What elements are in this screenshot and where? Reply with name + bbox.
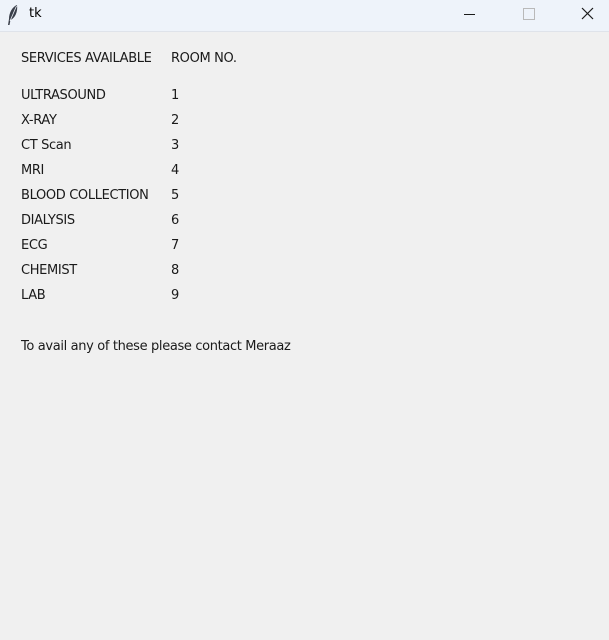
service-name: X-RAY <box>21 113 57 128</box>
room-number: 4 <box>171 163 179 178</box>
app-window: tk SERVICES AVAILABLE ROOM NO. ULTRASOUN… <box>0 0 609 640</box>
close-icon <box>581 7 594 20</box>
room-number: 7 <box>171 238 179 253</box>
room-number: 5 <box>171 188 179 203</box>
maximize-button[interactable] <box>505 0 551 31</box>
room-number: 6 <box>171 213 179 228</box>
service-name: ULTRASOUND <box>21 88 106 103</box>
contact-note: To avail any of these please contact Mer… <box>21 339 291 354</box>
service-name: BLOOD COLLECTION <box>21 188 149 203</box>
service-name: DIALYSIS <box>21 213 75 228</box>
room-header: ROOM NO. <box>171 51 237 66</box>
room-number: 2 <box>171 113 179 128</box>
feather-icon[interactable] <box>6 4 20 26</box>
service-name: CT Scan <box>21 138 72 153</box>
close-button[interactable] <box>564 0 609 31</box>
service-name: MRI <box>21 163 45 178</box>
room-number: 9 <box>171 288 179 303</box>
room-number: 1 <box>171 88 179 103</box>
service-name: ECG <box>21 238 48 253</box>
service-name: LAB <box>21 288 46 303</box>
room-number: 3 <box>171 138 179 153</box>
title-bar[interactable]: tk <box>0 0 609 32</box>
maximize-icon <box>523 8 535 20</box>
main-content: SERVICES AVAILABLE ROOM NO. ULTRASOUND 1… <box>0 33 609 640</box>
minimize-icon <box>464 14 475 15</box>
room-number: 8 <box>171 263 179 278</box>
window-title: tk <box>29 6 42 21</box>
service-name: CHEMIST <box>21 263 77 278</box>
minimize-button[interactable] <box>447 0 493 31</box>
services-header: SERVICES AVAILABLE <box>21 51 152 66</box>
